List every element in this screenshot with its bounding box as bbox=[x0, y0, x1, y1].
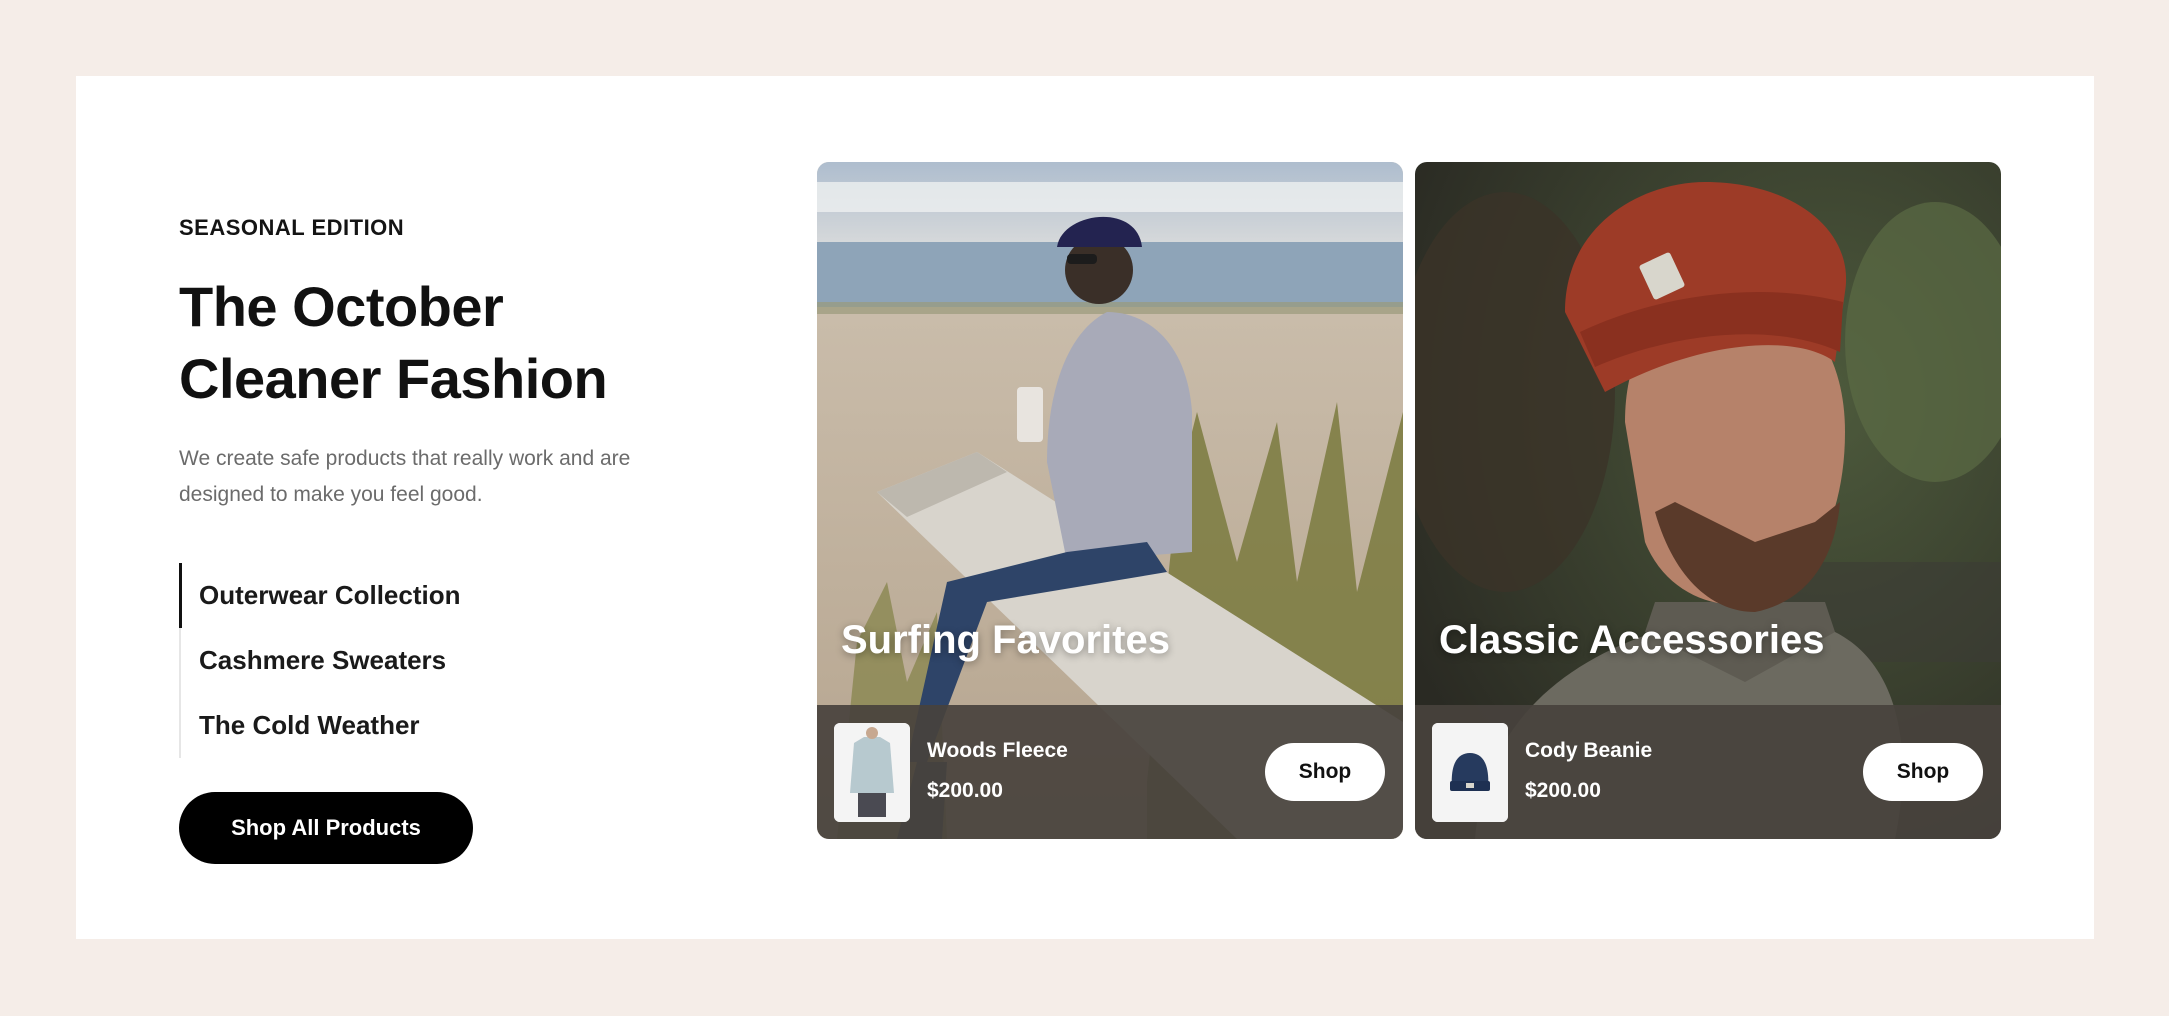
cody-beanie-thumbnail[interactable] bbox=[1432, 723, 1508, 822]
card-title-accessories: Classic Accessories bbox=[1439, 618, 1825, 662]
eyebrow-label: SEASONAL EDITION bbox=[179, 215, 405, 240]
hero-title-line1: The October bbox=[179, 275, 504, 338]
product-card-accessories[interactable]: Classic Accessories Cody Beanie $200.00 … bbox=[1415, 162, 2001, 839]
fleece-image bbox=[834, 723, 910, 822]
hero-title: The October Cleaner Fashion bbox=[179, 271, 779, 415]
collection-item-cashmere[interactable]: Cashmere Sweaters bbox=[199, 628, 779, 693]
hero-section: SEASONAL EDITION The October Cleaner Fas… bbox=[76, 76, 2094, 939]
product-name: Cody Beanie bbox=[1525, 739, 1653, 762]
collection-item-outerwear[interactable]: Outerwear Collection bbox=[179, 563, 779, 628]
woods-fleece-thumbnail[interactable] bbox=[834, 723, 910, 822]
shop-button[interactable]: Shop bbox=[1863, 743, 1983, 801]
hero-description: We create safe products that really work… bbox=[179, 447, 631, 506]
collection-list: Outerwear Collection Cashmere Sweaters T… bbox=[179, 563, 779, 758]
product-name: Woods Fleece bbox=[927, 739, 1068, 762]
product-bar: Cody Beanie $200.00 Shop bbox=[1415, 705, 2001, 839]
collection-item-cold-weather[interactable]: The Cold Weather bbox=[199, 693, 779, 758]
product-bar: Woods Fleece $200.00 Shop bbox=[817, 705, 1403, 839]
product-card-surfing[interactable]: Surfing Favorites Woods Fleece $200.00 S… bbox=[817, 162, 1403, 839]
product-price: $200.00 bbox=[927, 779, 1003, 802]
shop-all-products-button[interactable]: Shop All Products bbox=[179, 792, 473, 864]
shop-button[interactable]: Shop bbox=[1265, 743, 1385, 801]
hero-title-line2: Cleaner Fashion bbox=[179, 347, 608, 410]
hero-text-block: SEASONAL EDITION The October Cleaner Fas… bbox=[179, 215, 779, 758]
product-price: $200.00 bbox=[1525, 779, 1601, 802]
beanie-image bbox=[1432, 723, 1508, 822]
card-title-surfing: Surfing Favorites bbox=[841, 618, 1170, 662]
